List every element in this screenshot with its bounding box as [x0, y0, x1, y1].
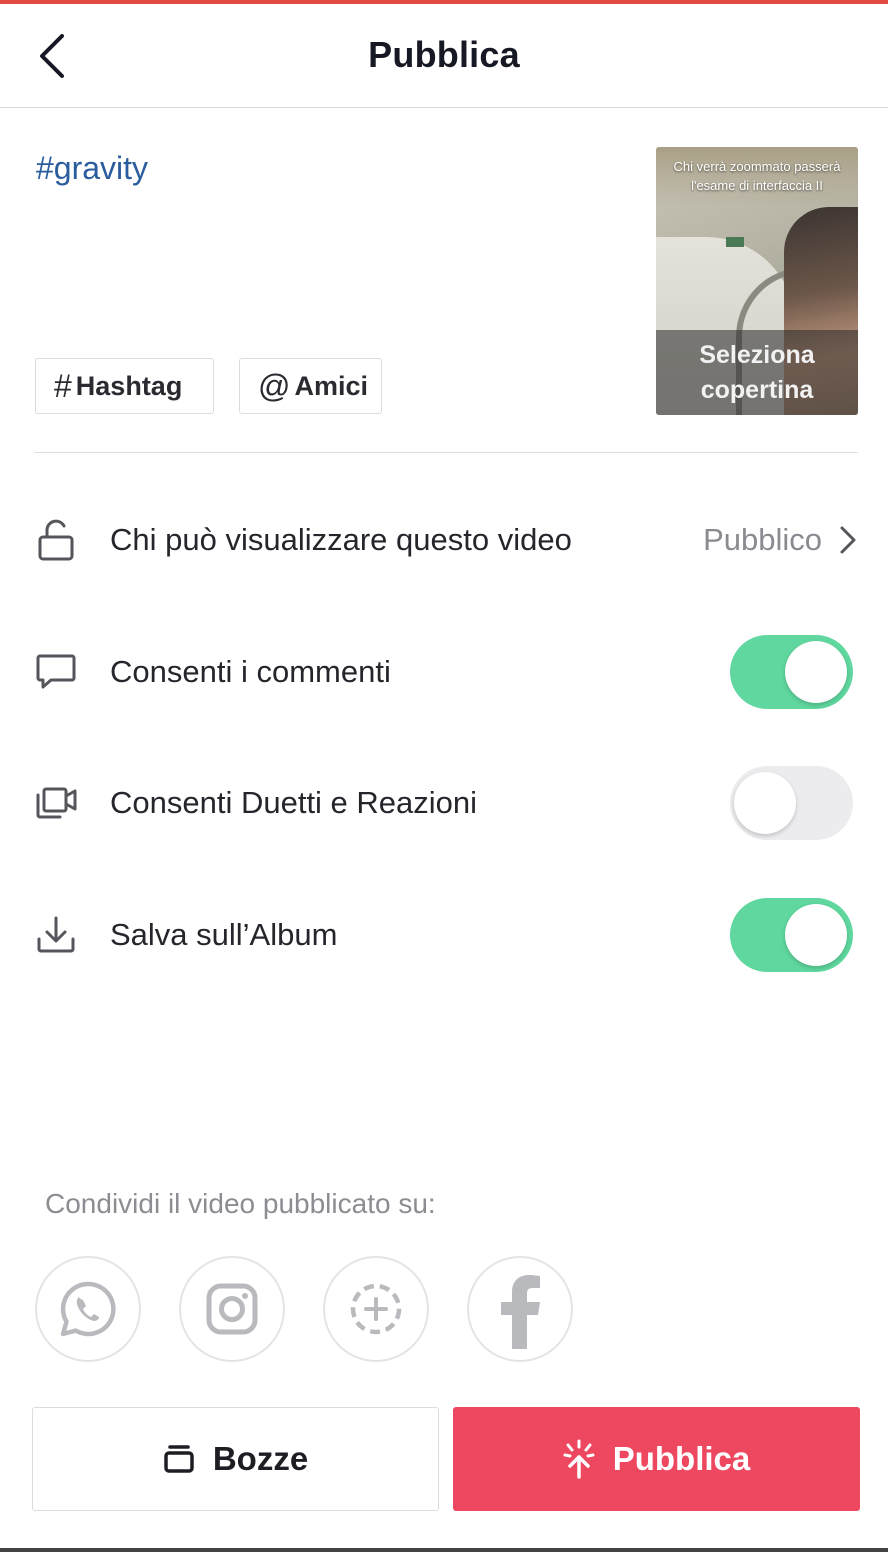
comment-icon [33, 649, 79, 695]
share-instagram-button[interactable] [179, 1256, 285, 1362]
album-toggle[interactable] [730, 898, 853, 972]
duets-setting-row: Consenti Duetti e Reazioni [0, 758, 888, 848]
hashtag-button[interactable]: # Hashtag [35, 358, 214, 414]
drafts-icon [163, 1444, 195, 1474]
facebook-icon [501, 1275, 540, 1349]
bottom-border [0, 1548, 888, 1552]
whatsapp-icon [60, 1281, 116, 1337]
album-setting-row: Salva sull’Album [0, 890, 888, 980]
story-add-icon [350, 1283, 402, 1335]
mention-label: Amici [294, 370, 369, 401]
header: Pubblica [0, 4, 888, 108]
at-icon: @ [258, 367, 291, 404]
share-label: Condividi il video pubblicato su: [45, 1188, 436, 1219]
privacy-value: Pubblico [703, 522, 822, 557]
duet-camera-icon [33, 780, 79, 826]
lock-open-icon [33, 517, 79, 563]
drafts-button[interactable]: Bozze [32, 1407, 439, 1511]
comments-setting-row: Consenti i commenti [0, 627, 888, 717]
duets-label: Consenti Duetti e Reazioni [110, 785, 478, 820]
publish-button[interactable]: Pubblica [453, 1407, 860, 1511]
duets-toggle[interactable] [730, 766, 853, 840]
privacy-label: Chi può visualizzare questo video [110, 522, 572, 557]
page-title: Pubblica [368, 34, 520, 75]
select-cover-label: Seleziona copertina [656, 330, 858, 415]
cover-image-exit-sign [726, 237, 744, 247]
download-icon [33, 912, 79, 958]
divider [34, 452, 858, 453]
instagram-icon [206, 1283, 258, 1335]
hashtag-label: Hashtag [75, 370, 183, 401]
privacy-setting-row[interactable]: Chi può visualizzare questo video Pubbli… [0, 495, 888, 585]
toggle-knob [785, 904, 847, 966]
comments-toggle[interactable] [730, 635, 853, 709]
mention-friends-button[interactable]: @ Amici [239, 358, 382, 414]
share-whatsapp-button[interactable] [35, 1256, 141, 1362]
chevron-right-icon [840, 526, 856, 554]
publish-spark-icon [563, 1439, 595, 1479]
share-story-button[interactable] [323, 1256, 429, 1362]
share-facebook-button[interactable] [467, 1256, 573, 1362]
caption-input[interactable]: #gravity [36, 150, 148, 187]
hashtag-icon: # [54, 367, 72, 404]
drafts-label: Bozze [212, 1440, 309, 1477]
publish-label: Pubblica [612, 1440, 751, 1477]
toggle-knob [734, 772, 796, 834]
cover-overlay-text: Chi verrà zoommato passerà l'esame di in… [673, 159, 841, 193]
comments-label: Consenti i commenti [110, 654, 391, 689]
cover-thumbnail[interactable]: Chi verrà zoommato passerà l'esame di in… [656, 147, 858, 415]
album-label: Salva sull’Album [110, 917, 338, 952]
toggle-knob [785, 641, 847, 703]
